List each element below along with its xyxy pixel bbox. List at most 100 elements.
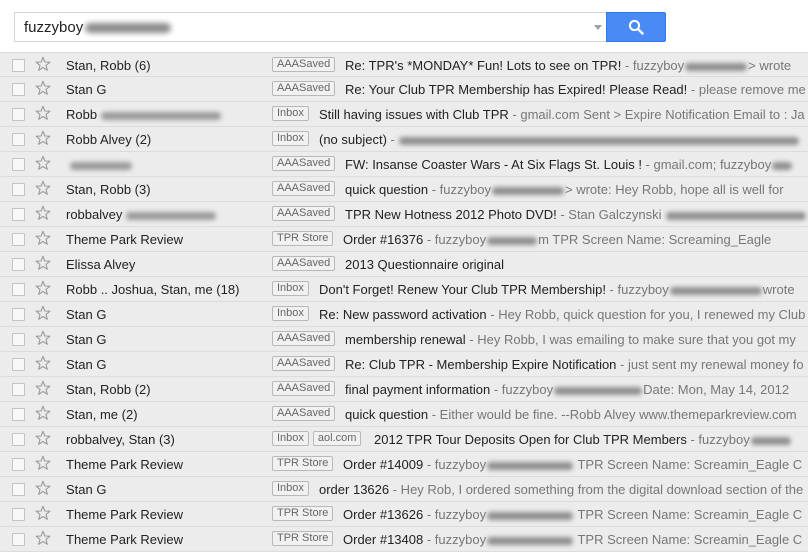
message-row[interactable]: Theme Park Review TPR Store Order #14009 -… [0, 452, 808, 477]
select-checkbox[interactable] [12, 308, 25, 321]
message-row[interactable]: AAASaved FW: Insanse Coaster Wars - At Si… [0, 152, 808, 177]
message-label[interactable]: Inbox [272, 106, 309, 121]
select-checkbox[interactable] [12, 258, 25, 271]
redacted-blur [487, 461, 574, 470]
message-row[interactable]: Stan G AAASaved Re: Your Club TPR Membersh… [0, 77, 808, 102]
star-icon [35, 405, 51, 420]
message-label[interactable]: Inbox [272, 431, 309, 446]
message-label[interactable]: AAASaved [272, 57, 336, 72]
message-row[interactable]: Stan G AAASaved Re: Club TPR - Membership … [0, 352, 808, 377]
select-checkbox[interactable] [12, 283, 25, 296]
select-checkbox[interactable] [12, 183, 25, 196]
message-snippet: - Hey Rob, I ordered something from the … [389, 482, 804, 497]
star-toggle[interactable] [35, 305, 51, 321]
message-label[interactable]: AAASaved [272, 331, 336, 346]
select-checkbox[interactable] [12, 458, 25, 471]
message-label[interactable]: TPR Store [272, 531, 334, 546]
message-row[interactable]: Stan, Robb (3) AAASaved quick question - f… [0, 177, 808, 202]
message-label[interactable]: AAASaved [272, 406, 336, 421]
message-subject: quick question [345, 182, 429, 197]
star-icon [35, 205, 51, 220]
message-snippet: - gmail.com Sent > Expire Notification E… [508, 107, 805, 122]
star-toggle[interactable] [35, 80, 51, 96]
select-checkbox[interactable] [12, 533, 25, 546]
message-label[interactable]: Inbox [272, 131, 309, 146]
message-row[interactable]: Elissa Alvey AAASaved 2013 Questionnaire o… [0, 252, 808, 277]
search-options-chevron-icon[interactable] [594, 25, 602, 30]
message-label[interactable]: AAASaved [272, 256, 336, 271]
select-checkbox[interactable] [12, 408, 25, 421]
star-toggle[interactable] [35, 430, 51, 446]
star-toggle[interactable] [35, 280, 51, 296]
message-row[interactable]: Robb Alvey (2) Inbox (no subject) - [0, 127, 808, 152]
message-label[interactable]: Inbox [272, 481, 309, 496]
message-row[interactable]: Stan G Inbox order 13626 - Hey Rob, I orde… [0, 477, 808, 502]
select-checkbox[interactable] [12, 433, 25, 446]
message-label[interactable]: AAASaved [272, 356, 336, 371]
star-toggle[interactable] [35, 255, 51, 271]
message-row[interactable]: Robb .. Joshua, Stan, me (18) Inbox Don't … [0, 277, 808, 302]
star-toggle[interactable] [35, 56, 51, 72]
message-row[interactable]: robbalvey, Stan (3) Inbox aol.com 2012 TPR … [0, 427, 808, 452]
message-row[interactable]: Stan, me (2) AAASaved quick question - Eit… [0, 402, 808, 427]
message-label[interactable]: AAASaved [272, 206, 336, 221]
message-label[interactable]: AAASaved [272, 156, 336, 171]
star-icon [35, 355, 51, 370]
message-row[interactable]: Robb Inbox Still having issues with Club T… [0, 102, 808, 127]
star-toggle[interactable] [35, 455, 51, 471]
message-row[interactable]: Theme Park Review TPR Store Order #13626 -… [0, 502, 808, 527]
message-label[interactable]: TPR Store [272, 231, 334, 246]
select-checkbox[interactable] [12, 508, 25, 521]
message-sender: Theme Park Review [66, 532, 183, 547]
message-row[interactable]: Stan G AAASaved membership renewal - Hey R… [0, 327, 808, 352]
redacted-blur [750, 436, 791, 445]
select-checkbox[interactable] [12, 383, 25, 396]
message-content: Re: Your Club TPR Membership has Expired… [345, 82, 806, 97]
message-label[interactable]: Inbox [272, 306, 309, 321]
star-toggle[interactable] [35, 355, 51, 371]
select-checkbox[interactable] [12, 108, 25, 121]
star-toggle[interactable] [35, 380, 51, 396]
message-row[interactable]: Theme Park Review TPR Store Order #16376 -… [0, 227, 808, 252]
star-toggle[interactable] [35, 130, 51, 146]
select-checkbox[interactable] [12, 358, 25, 371]
search-input[interactable]: fuzzyboy [14, 12, 606, 42]
search-button[interactable] [606, 12, 666, 42]
star-toggle[interactable] [35, 505, 51, 521]
star-toggle[interactable] [35, 480, 51, 496]
select-checkbox[interactable] [12, 158, 25, 171]
message-row[interactable]: Theme Park Review TPR Store Order #13408 -… [0, 527, 808, 552]
message-row[interactable]: Stan G Inbox Re: New password activation -… [0, 302, 808, 327]
star-toggle[interactable] [35, 205, 51, 221]
message-label[interactable]: AAASaved [272, 81, 336, 96]
message-labels: AAASaved [272, 381, 336, 396]
star-toggle[interactable] [35, 180, 51, 196]
message-label[interactable]: AAASaved [272, 381, 336, 396]
star-toggle[interactable] [35, 155, 51, 171]
message-row[interactable]: Stan, Robb (2) AAASaved final payment info… [0, 377, 808, 402]
star-toggle[interactable] [35, 405, 51, 421]
select-checkbox[interactable] [12, 59, 25, 72]
select-checkbox[interactable] [12, 133, 25, 146]
message-label[interactable]: TPR Store [272, 456, 334, 471]
star-toggle[interactable] [35, 530, 51, 546]
message-row[interactable]: Stan, Robb (6) AAASaved Re: TPR's *MONDAY*… [0, 52, 808, 77]
message-label[interactable]: TPR Store [272, 506, 334, 521]
select-checkbox[interactable] [12, 333, 25, 346]
select-checkbox[interactable] [12, 233, 25, 246]
message-label[interactable]: AAASaved [272, 181, 336, 196]
message-row[interactable]: robbalvey AAASaved TPR New Hotness 2012 Ph… [0, 202, 808, 227]
message-label[interactable]: aol.com [312, 431, 362, 446]
select-checkbox[interactable] [12, 83, 25, 96]
message-labels: AAASaved [272, 356, 336, 371]
star-toggle[interactable] [35, 105, 51, 121]
message-sender: Stan G [66, 307, 106, 322]
sender-name: Stan, Robb (3) [66, 182, 151, 197]
message-sender: Stan, me (2) [66, 407, 138, 422]
select-checkbox[interactable] [12, 208, 25, 221]
redacted-blur [491, 186, 564, 195]
star-toggle[interactable] [35, 230, 51, 246]
message-label[interactable]: Inbox [272, 281, 309, 296]
star-toggle[interactable] [35, 330, 51, 346]
select-checkbox[interactable] [12, 483, 25, 496]
